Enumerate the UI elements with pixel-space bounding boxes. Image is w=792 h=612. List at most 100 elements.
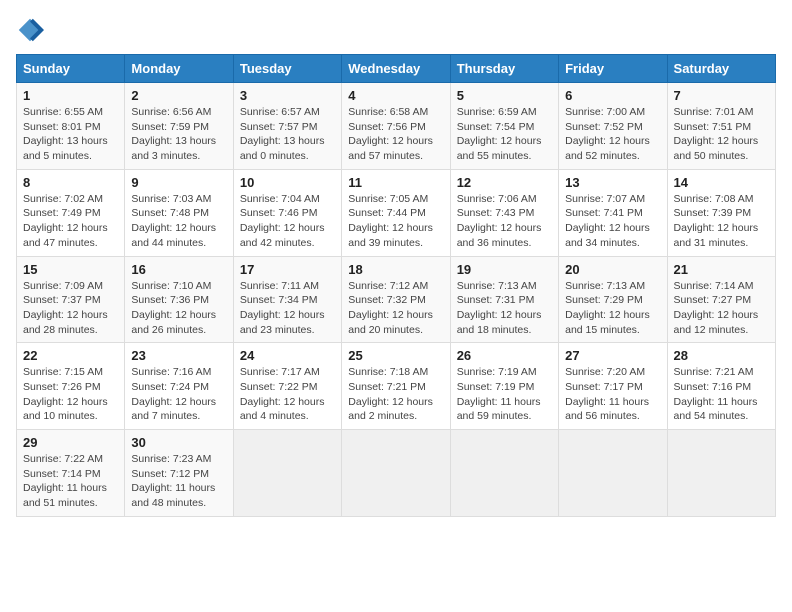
calendar-day-cell: 28Sunrise: 7:21 AMSunset: 7:16 PMDayligh… — [667, 343, 775, 430]
weekday-header-row: SundayMondayTuesdayWednesdayThursdayFrid… — [17, 55, 776, 83]
calendar-day-cell: 22Sunrise: 7:15 AMSunset: 7:26 PMDayligh… — [17, 343, 125, 430]
calendar-day-cell: 17 Sunrise: 7:11 AMSunset: 7:34 PMDayligh… — [233, 256, 341, 343]
day-number: 12 — [457, 175, 552, 190]
calendar-day-cell: 27 Sunrise: 7:20 AMSunset: 7:17 PMDayligh… — [559, 343, 667, 430]
day-number: 7 — [674, 88, 769, 103]
day-number: 8 — [23, 175, 118, 190]
day-detail: Sunrise: 7:20 AMSunset: 7:17 PMDaylight:… — [565, 365, 660, 424]
calendar-day-cell: 8 Sunrise: 7:02 AMSunset: 7:49 PMDaylight… — [17, 169, 125, 256]
day-detail: Sunrise: 7:04 AMSunset: 7:46 PMDaylight:… — [240, 192, 335, 251]
logo — [16, 16, 48, 44]
day-number: 21 — [674, 262, 769, 277]
day-detail: Sunrise: 7:05 AMSunset: 7:44 PMDaylight:… — [348, 192, 443, 251]
day-number: 16 — [131, 262, 226, 277]
calendar-day-cell: 16 Sunrise: 7:10 AMSunset: 7:36 PMDayligh… — [125, 256, 233, 343]
day-number: 4 — [348, 88, 443, 103]
calendar-day-cell: 23Sunrise: 7:16 AMSunset: 7:24 PMDayligh… — [125, 343, 233, 430]
day-detail: Sunrise: 7:03 AMSunset: 7:48 PMDaylight:… — [131, 192, 226, 251]
day-detail: Sunrise: 7:17 AMSunset: 7:22 PMDaylight:… — [240, 365, 335, 424]
calendar-day-cell: 13 Sunrise: 7:07 AMSunset: 7:41 PMDayligh… — [559, 169, 667, 256]
day-number: 13 — [565, 175, 660, 190]
calendar-day-cell — [342, 430, 450, 517]
calendar-table: SundayMondayTuesdayWednesdayThursdayFrid… — [16, 54, 776, 517]
day-detail: Sunrise: 7:07 AMSunset: 7:41 PMDaylight:… — [565, 192, 660, 251]
day-number: 27 — [565, 348, 660, 363]
day-number: 18 — [348, 262, 443, 277]
day-number: 29 — [23, 435, 118, 450]
calendar-day-cell: 1 Sunrise: 6:55 AMSunset: 8:01 PMDaylight… — [17, 83, 125, 170]
day-detail: Sunrise: 7:21 AMSunset: 7:16 PMDaylight:… — [674, 365, 769, 424]
day-detail: Sunrise: 7:01 AMSunset: 7:51 PMDaylight:… — [674, 105, 769, 164]
day-number: 30 — [131, 435, 226, 450]
weekday-header-cell: Friday — [559, 55, 667, 83]
calendar-week-row: 29 Sunrise: 7:22 AMSunset: 7:14 PMDayligh… — [17, 430, 776, 517]
calendar-day-cell: 30 Sunrise: 7:23 AMSunset: 7:12 PMDayligh… — [125, 430, 233, 517]
day-number: 1 — [23, 88, 118, 103]
calendar-body: 1 Sunrise: 6:55 AMSunset: 8:01 PMDaylight… — [17, 83, 776, 517]
day-detail: Sunrise: 6:58 AMSunset: 7:56 PMDaylight:… — [348, 105, 443, 164]
day-detail: Sunrise: 7:00 AMSunset: 7:52 PMDaylight:… — [565, 105, 660, 164]
calendar-week-row: 15Sunrise: 7:09 AMSunset: 7:37 PMDayligh… — [17, 256, 776, 343]
calendar-day-cell: 7 Sunrise: 7:01 AMSunset: 7:51 PMDaylight… — [667, 83, 775, 170]
weekday-header-cell: Saturday — [667, 55, 775, 83]
day-detail: Sunrise: 7:02 AMSunset: 7:49 PMDaylight:… — [23, 192, 118, 251]
day-detail: Sunrise: 7:11 AMSunset: 7:34 PMDaylight:… — [240, 279, 335, 338]
calendar-day-cell: 24Sunrise: 7:17 AMSunset: 7:22 PMDayligh… — [233, 343, 341, 430]
calendar-day-cell: 6 Sunrise: 7:00 AMSunset: 7:52 PMDaylight… — [559, 83, 667, 170]
day-number: 5 — [457, 88, 552, 103]
day-detail: Sunrise: 7:19 AMSunset: 7:19 PMDaylight:… — [457, 365, 552, 424]
day-detail: Sunrise: 7:12 AMSunset: 7:32 PMDaylight:… — [348, 279, 443, 338]
calendar-day-cell: 26 Sunrise: 7:19 AMSunset: 7:19 PMDayligh… — [450, 343, 558, 430]
day-detail: Sunrise: 7:06 AMSunset: 7:43 PMDaylight:… — [457, 192, 552, 251]
day-number: 14 — [674, 175, 769, 190]
day-detail: Sunrise: 7:10 AMSunset: 7:36 PMDaylight:… — [131, 279, 226, 338]
weekday-header-cell: Tuesday — [233, 55, 341, 83]
calendar-day-cell: 3Sunrise: 6:57 AMSunset: 7:57 PMDaylight… — [233, 83, 341, 170]
calendar-day-cell: 10 Sunrise: 7:04 AMSunset: 7:46 PMDayligh… — [233, 169, 341, 256]
calendar-week-row: 22Sunrise: 7:15 AMSunset: 7:26 PMDayligh… — [17, 343, 776, 430]
day-detail: Sunrise: 6:56 AMSunset: 7:59 PMDaylight:… — [131, 105, 226, 164]
day-detail: Sunrise: 7:09 AMSunset: 7:37 PMDaylight:… — [23, 279, 118, 338]
day-detail: Sunrise: 6:59 AMSunset: 7:54 PMDaylight:… — [457, 105, 552, 164]
calendar-day-cell: 11 Sunrise: 7:05 AMSunset: 7:44 PMDayligh… — [342, 169, 450, 256]
calendar-day-cell: 4 Sunrise: 6:58 AMSunset: 7:56 PMDaylight… — [342, 83, 450, 170]
day-number: 6 — [565, 88, 660, 103]
weekday-header-cell: Wednesday — [342, 55, 450, 83]
day-detail: Sunrise: 7:15 AMSunset: 7:26 PMDaylight:… — [23, 365, 118, 424]
day-number: 10 — [240, 175, 335, 190]
day-number: 11 — [348, 175, 443, 190]
calendar-day-cell: 29 Sunrise: 7:22 AMSunset: 7:14 PMDayligh… — [17, 430, 125, 517]
day-detail: Sunrise: 6:55 AMSunset: 8:01 PMDaylight:… — [23, 105, 118, 164]
day-number: 3 — [240, 88, 335, 103]
calendar-day-cell: 15Sunrise: 7:09 AMSunset: 7:37 PMDayligh… — [17, 256, 125, 343]
day-number: 26 — [457, 348, 552, 363]
weekday-header-cell: Sunday — [17, 55, 125, 83]
calendar-day-cell: 20Sunrise: 7:13 AMSunset: 7:29 PMDayligh… — [559, 256, 667, 343]
calendar-day-cell: 19 Sunrise: 7:13 AMSunset: 7:31 PMDayligh… — [450, 256, 558, 343]
calendar-day-cell: 21Sunrise: 7:14 AMSunset: 7:27 PMDayligh… — [667, 256, 775, 343]
calendar-day-cell: 14 Sunrise: 7:08 AMSunset: 7:39 PMDayligh… — [667, 169, 775, 256]
day-number: 9 — [131, 175, 226, 190]
calendar-day-cell — [559, 430, 667, 517]
calendar-day-cell — [667, 430, 775, 517]
day-number: 25 — [348, 348, 443, 363]
calendar-day-cell: 9 Sunrise: 7:03 AMSunset: 7:48 PMDaylight… — [125, 169, 233, 256]
day-number: 17 — [240, 262, 335, 277]
day-detail: Sunrise: 7:23 AMSunset: 7:12 PMDaylight:… — [131, 452, 226, 511]
calendar-week-row: 8 Sunrise: 7:02 AMSunset: 7:49 PMDaylight… — [17, 169, 776, 256]
header — [16, 16, 776, 44]
day-number: 19 — [457, 262, 552, 277]
weekday-header-cell: Thursday — [450, 55, 558, 83]
day-detail: Sunrise: 7:08 AMSunset: 7:39 PMDaylight:… — [674, 192, 769, 251]
logo-icon — [16, 16, 44, 44]
calendar-day-cell: 2 Sunrise: 6:56 AMSunset: 7:59 PMDaylight… — [125, 83, 233, 170]
day-detail: Sunrise: 7:22 AMSunset: 7:14 PMDaylight:… — [23, 452, 118, 511]
day-detail: Sunrise: 7:18 AMSunset: 7:21 PMDaylight:… — [348, 365, 443, 424]
day-number: 20 — [565, 262, 660, 277]
day-number: 23 — [131, 348, 226, 363]
calendar-day-cell: 12 Sunrise: 7:06 AMSunset: 7:43 PMDayligh… — [450, 169, 558, 256]
weekday-header-cell: Monday — [125, 55, 233, 83]
day-number: 2 — [131, 88, 226, 103]
day-detail: Sunrise: 7:13 AMSunset: 7:31 PMDaylight:… — [457, 279, 552, 338]
calendar-day-cell: 5 Sunrise: 6:59 AMSunset: 7:54 PMDaylight… — [450, 83, 558, 170]
